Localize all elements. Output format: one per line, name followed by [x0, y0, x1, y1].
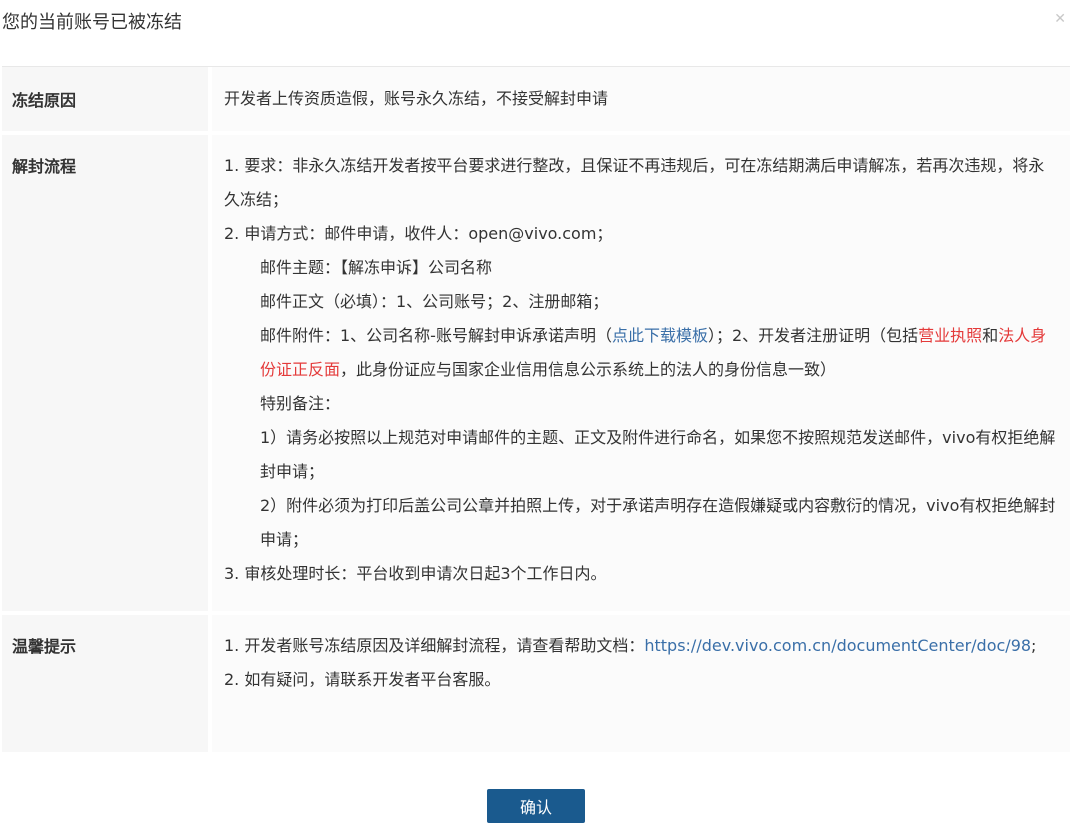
row-unfreeze-process: 解封流程 1. 要求：非永久冻结开发者按平台要求进行整改，且保证不再违规后，可在…	[2, 135, 1070, 615]
special-note-2: 2）附件必须为打印后盖公司公章并拍照上传，对于承诺声明存在造假嫌疑或内容敷衍的情…	[260, 496, 1056, 549]
attachment-mid: ）；2、开发者注册证明（包括	[707, 326, 919, 345]
mail-attachment: 邮件附件：1、公司名称-账号解封申诉承诺声明（点此下载模板）；2、开发者注册证明…	[224, 319, 1060, 387]
freeze-reason-label: 冻结原因	[2, 67, 212, 131]
confirm-button[interactable]: 确认	[487, 789, 585, 823]
special-note-heading: 特别备注：	[260, 394, 341, 413]
unfreeze-process-content: 1. 要求：非永久冻结开发者按平台要求进行整改，且保证不再违规后，可在冻结期满后…	[212, 135, 1070, 611]
tip-1: 1. 开发者账号冻结原因及详细解封流程，请查看帮助文档：https://dev.…	[224, 629, 1060, 663]
close-icon[interactable]: ✕	[1054, 10, 1066, 28]
freeze-reason-text: 开发者上传资质造假，账号永久冻结，不接受解封申请	[212, 67, 1070, 131]
dialog-title: 您的当前账号已被冻结	[2, 12, 182, 33]
attachment-suffix: ，此身份证应与国家企业信用信息公示系统上的法人的身份信息一致）	[340, 360, 837, 379]
special-note-1: 1）请务必按照以上规范对申请邮件的主题、正文及附件进行命名，如果您不按照规范发送…	[260, 428, 1056, 481]
process-item-method: 2. 申请方式：邮件申请，收件人：open@vivo.com；	[224, 224, 613, 243]
process-item-requirement: 1. 要求：非永久冻结开发者按平台要求进行整改，且保证不再违规后，可在冻结期满后…	[224, 156, 1045, 209]
tip-1-prefix: 1. 开发者账号冻结原因及详细解封流程，请查看帮助文档：	[224, 636, 645, 655]
mail-body: 邮件正文（必填）：1、公司账号；2、注册邮箱；	[260, 292, 609, 311]
unfreeze-process-label: 解封流程	[2, 135, 212, 611]
mail-subject: 邮件主题：【解冻申诉】公司名称	[260, 258, 493, 277]
tip-1-suffix: ;	[1031, 636, 1037, 655]
attachment-prefix: 邮件附件：1、公司名称-账号解封申诉承诺声明（	[260, 326, 612, 345]
tips-label: 温馨提示	[2, 615, 212, 755]
row-freeze-reason: 冻结原因 开发者上传资质造假，账号永久冻结，不接受解封申请	[2, 67, 1070, 135]
business-license-text: 营业执照	[918, 326, 983, 345]
process-item-review-time: 3. 审核处理时长：平台收到申请次日起3个工作日内。	[224, 564, 607, 583]
info-table: 冻结原因 开发者上传资质造假，账号永久冻结，不接受解封申请 解封流程 1. 要求…	[2, 66, 1070, 759]
tips-content: 1. 开发者账号冻结原因及详细解封流程，请查看帮助文档：https://dev.…	[212, 615, 1070, 755]
attachment-and: 和	[982, 326, 999, 345]
row-tips: 温馨提示 1. 开发者账号冻结原因及详细解封流程，请查看帮助文档：https:/…	[2, 615, 1070, 759]
tip-2: 2. 如有疑问，请联系开发者平台客服。	[224, 670, 501, 689]
download-template-link[interactable]: 点此下载模板	[612, 326, 708, 345]
help-doc-link[interactable]: https://dev.vivo.com.cn/documentCenter/d…	[644, 636, 1031, 655]
